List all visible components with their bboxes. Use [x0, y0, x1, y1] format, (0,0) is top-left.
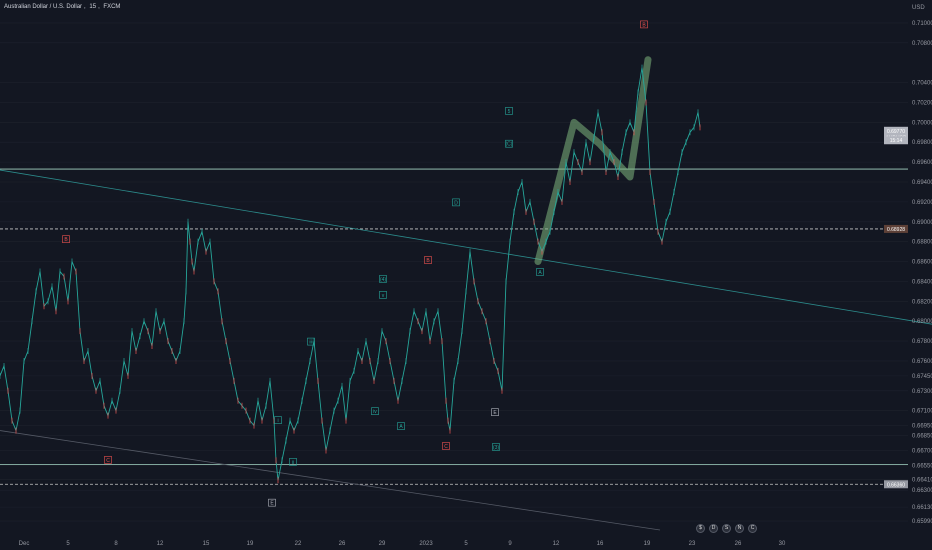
- y-tick-label: 0.66850: [912, 434, 932, 440]
- x-tick-label: 5: [66, 541, 70, 547]
- x-tick-label: Dec: [19, 541, 30, 547]
- y-tick-label: 0.66550: [912, 463, 932, 469]
- horizontal-levels: [0, 168, 908, 485]
- price-tag: 0.66360: [887, 482, 905, 488]
- dividends-icon[interactable]: D: [709, 524, 718, 533]
- y-tick-label: 0.66130: [912, 505, 932, 511]
- wave-label: D: [454, 200, 458, 206]
- y-tick-label: 0.69200: [912, 200, 932, 206]
- wave-label: i: [277, 418, 278, 424]
- events-bar: $ D S N C: [696, 524, 757, 536]
- wave-label: B: [64, 237, 68, 243]
- y-tick-label: 0.66950: [912, 424, 932, 430]
- wave-label: v: [382, 293, 385, 299]
- y-tick-label: 0.67300: [912, 389, 932, 395]
- x-tick-label: 19: [644, 541, 651, 547]
- wave-label: (3): [493, 445, 499, 451]
- wave-label: E: [493, 410, 497, 416]
- y-tick-label: 0.67600: [912, 359, 932, 365]
- x-tick-label: 30: [779, 541, 786, 547]
- wave-label: A: [399, 424, 403, 430]
- split-icon[interactable]: S: [722, 524, 731, 533]
- wave-annotations: BCBCB5(C)D(4)viiiivAiii(3)EAE: [62, 20, 648, 507]
- wave-label: C: [444, 444, 448, 450]
- series-line-AUDUSD: [0, 67, 701, 481]
- price-tag: 0.69770: [887, 129, 905, 135]
- wave-label: B: [426, 258, 430, 264]
- y-tick-label: 0.68600: [912, 260, 932, 266]
- wave-label: (C): [506, 142, 513, 148]
- y-tick-label: 0.67800: [912, 339, 932, 345]
- y-tick-label: 0.70200: [912, 100, 932, 106]
- price-tag: 0.68928: [887, 227, 905, 233]
- price-tags: AUDUSD0.6977015:140.689280.66360: [884, 126, 908, 489]
- x-tick-label: 2023: [419, 541, 433, 547]
- highlight-path: [534, 56, 652, 266]
- y-tick-label: 0.68800: [912, 240, 932, 246]
- x-tick-label: 16: [597, 541, 604, 547]
- wave-label: ii: [292, 460, 294, 466]
- y-tick-label: 0.68200: [912, 299, 932, 305]
- axis-currency-label: USD: [912, 5, 925, 11]
- y-tick-label: 0.66410: [912, 477, 932, 483]
- y-tick-label: 0.70800: [912, 41, 932, 47]
- y-tick-label: 0.68000: [912, 319, 932, 325]
- y-tick-label: 0.65990: [912, 519, 932, 525]
- calendar-icon[interactable]: C: [748, 524, 757, 533]
- y-tick-label: 0.69400: [912, 180, 932, 186]
- wave-label: A: [538, 270, 542, 276]
- trendline: [0, 430, 661, 531]
- x-tick-label: 8: [114, 541, 118, 547]
- x-tick-label: 22: [295, 541, 302, 547]
- time-axis: Dec 5 8 12 15 19 22 26 29 2023 5 9 12 16 19 23 26 30: [19, 541, 786, 547]
- price-chart[interactable]: BCBCB5(C)D(4)viiiivAiii(3)EAE USD 0.7100…: [0, 0, 932, 550]
- chart-grid: [0, 22, 908, 522]
- y-tick-label: 0.67100: [912, 409, 932, 415]
- y-tick-label: 0.70000: [912, 120, 932, 126]
- wave-label: C: [106, 458, 110, 464]
- x-tick-label: 9: [508, 541, 512, 547]
- y-tick-label: 0.69000: [912, 220, 932, 226]
- wave-label: B: [642, 22, 646, 28]
- y-tick-label: 0.69800: [912, 140, 932, 146]
- price-series: [0, 64, 701, 484]
- y-tick-label: 0.69600: [912, 160, 932, 166]
- x-tick-label: 19: [247, 541, 254, 547]
- x-tick-label: 23: [689, 541, 696, 547]
- x-tick-label: 12: [157, 541, 164, 547]
- news-icon[interactable]: N: [735, 524, 744, 533]
- price-tag: 15:14: [890, 138, 903, 144]
- wave-label: E: [270, 501, 274, 507]
- highlight-stroke: [534, 56, 652, 266]
- x-tick-label: 15: [203, 541, 210, 547]
- wave-label: iv: [373, 409, 377, 415]
- x-tick-label: 26: [735, 541, 742, 547]
- x-tick-label: 5: [464, 541, 468, 547]
- wave-label: iii: [309, 340, 312, 346]
- y-tick-label: 0.66700: [912, 448, 932, 454]
- price-axis: USD 0.71000 0.70800 0.70400 0.70200 0.70000 0…: [912, 5, 932, 525]
- x-tick-label: 26: [339, 541, 346, 547]
- y-tick-label: 0.70400: [912, 81, 932, 87]
- y-tick-label: 0.67450: [912, 374, 932, 380]
- wave-label: (4): [380, 277, 386, 283]
- earnings-icon[interactable]: $: [696, 524, 705, 533]
- trendlines: [0, 169, 932, 531]
- y-tick-label: 0.66300: [912, 488, 932, 494]
- y-tick-label: 0.71000: [912, 21, 932, 27]
- x-tick-label: 29: [379, 541, 386, 547]
- wave-label: 5: [508, 109, 511, 115]
- x-tick-label: 12: [553, 541, 560, 547]
- y-tick-label: 0.68400: [912, 279, 932, 285]
